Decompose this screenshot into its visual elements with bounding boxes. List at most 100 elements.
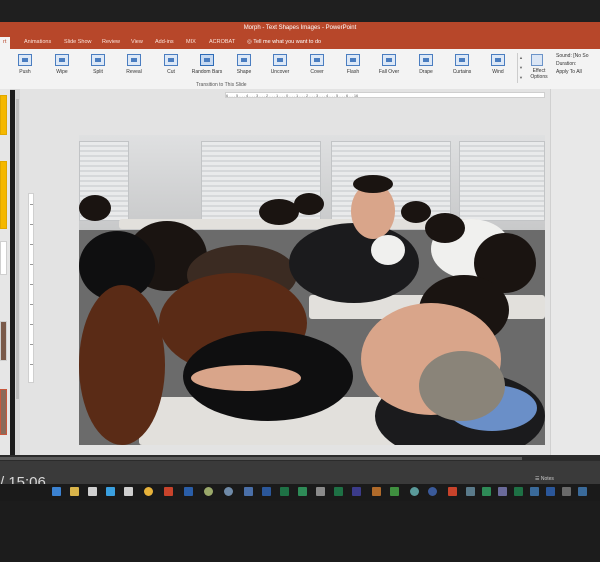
tab-review[interactable]: Review xyxy=(102,39,120,45)
app-icon[interactable] xyxy=(498,487,507,496)
student xyxy=(401,201,431,223)
app-icon[interactable] xyxy=(316,487,325,496)
scrollbar-thumb[interactable] xyxy=(16,99,19,399)
transition-wind[interactable]: Wind xyxy=(483,54,513,80)
transition-flash[interactable]: Flash xyxy=(338,54,368,80)
app-icon[interactable] xyxy=(204,487,213,496)
tab-animations[interactable]: Animations xyxy=(24,39,51,45)
transition-cover[interactable]: Cover xyxy=(302,54,332,80)
transition-label: Reveal xyxy=(126,69,142,75)
tab-acrobat[interactable]: ACROBAT xyxy=(209,39,235,45)
transition-reveal[interactable]: Reveal xyxy=(119,54,149,80)
chevron-down-icon[interactable]: ▼ xyxy=(518,63,524,73)
tab-add-ins[interactable]: Add-ins xyxy=(155,39,174,45)
fall-over-icon xyxy=(382,54,396,66)
app-icon[interactable] xyxy=(562,487,571,496)
old-man-beard xyxy=(419,351,505,421)
sound-dropdown[interactable]: Sound: [No So xyxy=(556,53,589,61)
video-progress-fill xyxy=(0,457,522,460)
apply-to-all-button[interactable]: Apply To All xyxy=(556,69,589,77)
window-title: Morph - Text Shapes Images - PowerPoint xyxy=(243,25,357,31)
shape-icon xyxy=(237,54,251,66)
lightbulb-icon: ◎ xyxy=(247,39,252,45)
split-icon xyxy=(91,54,105,66)
push-icon xyxy=(18,54,32,66)
app-icon[interactable] xyxy=(410,487,419,496)
effect-options-icon xyxy=(531,54,543,66)
app-icon[interactable] xyxy=(546,487,555,496)
word-icon[interactable] xyxy=(262,487,271,496)
wipe-icon xyxy=(55,54,69,66)
app-icon[interactable] xyxy=(466,487,475,496)
store-icon[interactable] xyxy=(88,487,97,496)
app-icon[interactable] xyxy=(224,487,233,496)
transition-wipe[interactable]: Wipe xyxy=(47,54,77,80)
more-icon[interactable]: ▼ xyxy=(518,73,524,83)
slide-thumbnails-pane xyxy=(0,89,10,455)
chevron-up-icon[interactable]: ▲ xyxy=(518,53,524,63)
slide-thumbnail[interactable] xyxy=(0,321,7,361)
excel-icon[interactable] xyxy=(280,487,289,496)
slide-thumbnail[interactable] xyxy=(0,161,7,229)
student xyxy=(294,193,324,215)
transition-split[interactable]: Split xyxy=(83,54,113,80)
transition-shape[interactable]: Shape xyxy=(229,54,259,80)
app-icon[interactable] xyxy=(372,487,381,496)
tell-me-search[interactable]: ◎ Tell me what you want to do xyxy=(247,39,321,45)
edge-icon[interactable] xyxy=(52,487,61,496)
horizontal-ruler: 6 . . . 5 . . . 4 . . . 3 . . . 2 . . . … xyxy=(225,92,545,98)
chrome-icon[interactable] xyxy=(144,487,153,496)
vertical-ruler xyxy=(28,193,34,383)
app-icon[interactable] xyxy=(530,487,539,496)
drape-icon xyxy=(419,54,433,66)
app-icon[interactable] xyxy=(124,487,133,496)
notes-icon: ☰ xyxy=(535,476,540,482)
student xyxy=(79,195,111,221)
app-icon[interactable] xyxy=(352,487,361,496)
effect-options-button[interactable]: Effect Options xyxy=(526,54,550,82)
tab-transitions[interactable]: rt xyxy=(0,37,11,49)
slide-thumbnail-selected[interactable] xyxy=(0,389,7,435)
man-collar xyxy=(371,235,405,265)
slide-thumbnail[interactable] xyxy=(0,241,7,275)
video-bottom-area xyxy=(0,501,600,562)
transition-random-bars[interactable]: Random Bars xyxy=(192,54,222,80)
window-blinds xyxy=(459,141,545,221)
tab-mix[interactable]: MIX xyxy=(186,39,196,45)
right-scroll-area xyxy=(550,89,600,455)
app-icon[interactable] xyxy=(428,487,437,496)
transition-curtains[interactable]: Curtains xyxy=(447,54,477,80)
excel-icon[interactable] xyxy=(334,487,343,496)
app-icon[interactable] xyxy=(448,487,457,496)
transition-fall-over[interactable]: Fall Over xyxy=(374,54,404,80)
transition-push[interactable]: Push xyxy=(10,54,40,80)
slide-image[interactable] xyxy=(79,135,545,445)
notes-button[interactable]: ☰ Notes xyxy=(535,476,554,482)
video-top-bar xyxy=(0,0,600,22)
transition-uncover[interactable]: Uncover xyxy=(265,54,295,80)
tab-slide-show[interactable]: Slide Show xyxy=(64,39,92,45)
transition-cut[interactable]: Cut xyxy=(156,54,186,80)
cut-icon xyxy=(164,54,178,66)
powerpoint-icon[interactable] xyxy=(164,487,173,496)
tab-view[interactable]: View xyxy=(131,39,143,45)
app-icon[interactable] xyxy=(298,487,307,496)
file-explorer-icon[interactable] xyxy=(70,487,79,496)
cover-icon xyxy=(310,54,324,66)
reveal-icon xyxy=(127,54,141,66)
wind-icon xyxy=(491,54,505,66)
duration-field[interactable]: Duration: xyxy=(556,61,589,69)
app-icon[interactable] xyxy=(184,487,193,496)
app-icon[interactable] xyxy=(106,487,115,496)
gallery-scroll[interactable]: ▲ ▼ ▼ xyxy=(517,53,524,83)
app-icon[interactable] xyxy=(514,487,523,496)
transition-drape[interactable]: Drape xyxy=(411,54,441,80)
timing-group: Sound: [No So Duration: Apply To All xyxy=(556,53,589,77)
effect-options-label: Effect Options xyxy=(526,68,552,80)
app-icon[interactable] xyxy=(578,487,587,496)
app-icon[interactable] xyxy=(244,487,253,496)
app-icon[interactable] xyxy=(482,487,491,496)
slide-thumbnail[interactable] xyxy=(0,95,7,135)
student xyxy=(259,199,299,225)
app-icon[interactable] xyxy=(390,487,399,496)
